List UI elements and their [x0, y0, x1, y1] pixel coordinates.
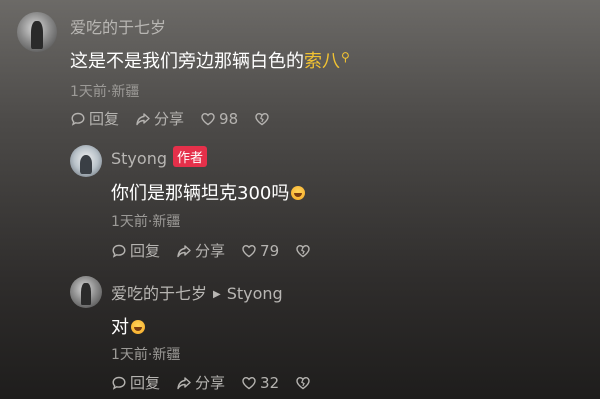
- like-button[interactable]: 98: [200, 110, 238, 128]
- avatar[interactable]: [70, 276, 102, 308]
- like-count: 98: [219, 109, 239, 128]
- reply-actions: 回复 分享 32: [111, 372, 330, 393]
- share-label: 分享: [195, 242, 226, 260]
- reply-username-text[interactable]: Styong: [111, 149, 167, 168]
- dislike-button[interactable]: [295, 243, 314, 259]
- reply-username: Styong 作者: [111, 146, 207, 168]
- comment-username[interactable]: 爱吃的于七岁: [70, 14, 166, 38]
- keyword-link[interactable]: 索八: [304, 51, 340, 72]
- reply-button[interactable]: 回复: [111, 372, 160, 393]
- reply-username-text[interactable]: 爱吃的于七岁: [111, 284, 207, 303]
- reply-text: 对: [111, 313, 145, 339]
- reply-username: 爱吃的于七岁 ▶ Styong: [111, 280, 283, 304]
- reply-label: 回复: [89, 110, 120, 128]
- reply-button[interactable]: 回复: [111, 240, 160, 261]
- broken-heart-icon: [255, 112, 269, 125]
- heart-icon: [242, 376, 256, 389]
- comment-meta: 1天前·新疆: [70, 84, 140, 100]
- comment-text: 这是不是我们旁边那辆白色的索八⚲: [70, 47, 350, 73]
- reply-button[interactable]: 回复: [70, 108, 119, 129]
- share-label: 分享: [154, 110, 185, 128]
- like-count: 32: [260, 373, 280, 392]
- share-label: 分享: [195, 374, 226, 392]
- share-button[interactable]: 分享: [176, 372, 225, 393]
- broken-heart-icon: [296, 244, 310, 257]
- laughing-emoji-icon: [131, 320, 145, 334]
- author-badge: 作者: [172, 146, 207, 167]
- reply-actions: 回复 分享 79: [111, 240, 330, 261]
- reply-to-username[interactable]: Styong: [227, 284, 283, 303]
- like-count: 79: [260, 241, 280, 260]
- reply-icon: [112, 376, 126, 390]
- share-button[interactable]: 分享: [176, 240, 225, 261]
- reply-label: 回复: [130, 242, 161, 260]
- heart-icon: [242, 244, 256, 257]
- avatar[interactable]: [17, 12, 57, 52]
- share-button[interactable]: 分享: [135, 108, 184, 129]
- reply-label: 回复: [130, 374, 161, 392]
- share-icon: [177, 244, 191, 257]
- comment-actions: 回复 分享 98: [70, 108, 289, 129]
- laughing-emoji-icon: [291, 186, 306, 200]
- reply-text-content: 对: [111, 317, 129, 338]
- like-button[interactable]: 79: [241, 242, 279, 260]
- broken-heart-icon: [296, 376, 310, 389]
- comment-text-content: 这是不是我们旁边那辆白色的: [70, 51, 304, 72]
- dislike-button[interactable]: [254, 111, 273, 127]
- reply-arrow-icon: ▶: [213, 289, 221, 300]
- reply-meta: 1天前·新疆: [111, 347, 181, 363]
- share-icon: [136, 112, 150, 125]
- dislike-button[interactable]: [295, 375, 314, 391]
- reply-text-content: 你们是那辆坦克300吗: [111, 183, 290, 204]
- search-icon[interactable]: ⚲: [341, 50, 350, 64]
- reply-meta: 1天前·新疆: [111, 214, 181, 230]
- share-icon: [177, 376, 191, 389]
- avatar[interactable]: [70, 145, 102, 177]
- heart-icon: [201, 112, 215, 125]
- reply-icon: [112, 244, 126, 258]
- reply-text: 你们是那辆坦克300吗: [111, 179, 306, 205]
- reply-icon: [71, 112, 85, 126]
- like-button[interactable]: 32: [241, 374, 279, 392]
